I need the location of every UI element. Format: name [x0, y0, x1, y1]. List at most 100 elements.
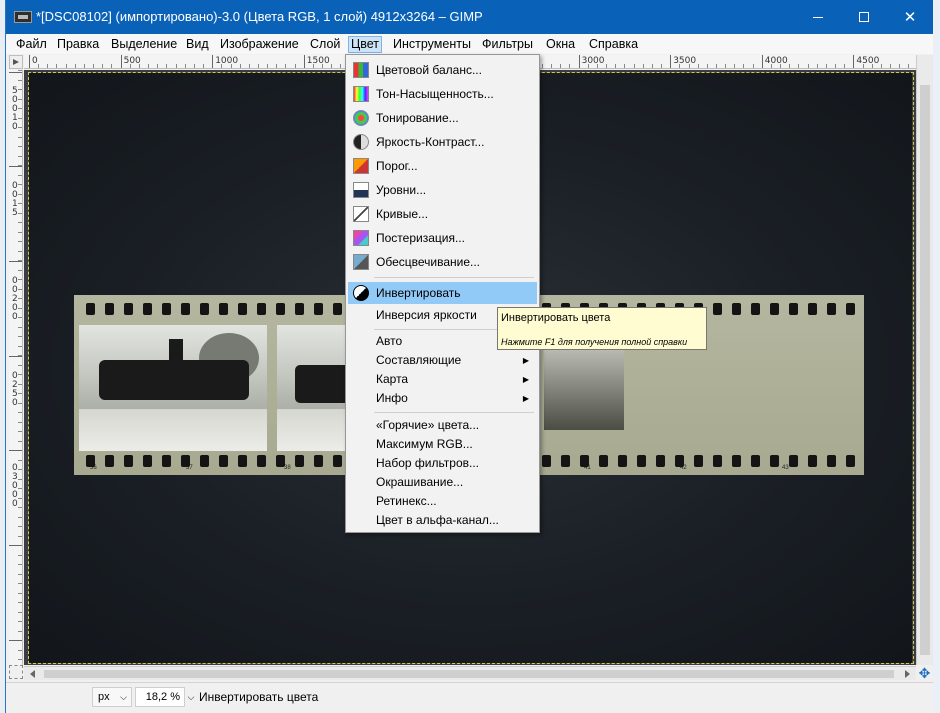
- menu-item-retinex[interactable]: Ретинекс...: [348, 492, 537, 511]
- levels-icon: [353, 182, 369, 198]
- vertical-scroll-thumb[interactable]: [920, 85, 930, 655]
- ruler-minor-tick: [18, 89, 22, 90]
- menu-view[interactable]: Вид: [183, 36, 212, 53]
- quick-mask-toggle[interactable]: [9, 665, 23, 679]
- hue-saturation-icon: [353, 86, 369, 102]
- ruler-minor-tick: [770, 64, 772, 68]
- ruler-minor-tick: [18, 659, 22, 660]
- menu-item-desaturate[interactable]: Обесцвечивание...: [348, 251, 537, 273]
- quick-mask-corner-button[interactable]: [9, 55, 23, 69]
- scroll-right-icon[interactable]: [905, 670, 910, 678]
- ruler-minor-tick: [18, 564, 22, 565]
- vertical-ruler[interactable]: 50010001500200025003000: [9, 70, 23, 665]
- ruler-minor-tick: [18, 117, 22, 119]
- vertical-scrollbar[interactable]: [916, 55, 933, 665]
- ruler-minor-tick: [157, 64, 159, 68]
- horizontal-scrollbar[interactable]: [24, 666, 916, 680]
- scroll-left-icon[interactable]: [30, 670, 35, 678]
- menu-item-colorize[interactable]: Тонирование...: [348, 107, 537, 129]
- menu-item-hue-saturation[interactable]: Тон-Насыщенность...: [348, 83, 537, 105]
- ruler-minor-tick: [871, 64, 873, 68]
- unit-select[interactable]: px ⌵: [92, 687, 132, 707]
- menu-image[interactable]: Изображение: [217, 36, 302, 53]
- tooltip-invert: Инвертировать цвета Нажмите F1 для получ…: [497, 307, 707, 350]
- menu-item-label: Набор фильтров...: [376, 456, 480, 470]
- ruler-minor-tick: [18, 364, 22, 366]
- ruler-minor-tick: [18, 412, 22, 413]
- menu-tools[interactable]: Инструменты: [390, 36, 474, 53]
- ruler-minor-tick: [551, 64, 553, 68]
- menu-item-color-balance[interactable]: Цветовой баланс...: [348, 59, 537, 81]
- ruler-minor-tick: [18, 212, 22, 214]
- title-bar[interactable]: *[DSC08102] (импортировано)-3.0 (Цвета R…: [6, 0, 933, 34]
- menu-file[interactable]: Файл: [13, 36, 50, 53]
- menu-item-invert[interactable]: Инвертировать: [348, 282, 537, 304]
- menu-edit[interactable]: Правка: [54, 36, 102, 53]
- ruler-minor-tick: [835, 64, 837, 68]
- ruler-minor-tick: [18, 630, 22, 632]
- ruler-label: 0: [12, 499, 18, 509]
- horizontal-scroll-thumb[interactable]: [44, 670, 894, 678]
- zoom-dropdown-button[interactable]: ⌵: [184, 687, 198, 707]
- ruler-minor-tick: [18, 193, 22, 195]
- menu-item-components[interactable]: Составляющие ▶: [348, 351, 537, 370]
- menu-windows[interactable]: Окна: [543, 36, 578, 53]
- menu-item-info[interactable]: Инфо ▶: [348, 389, 537, 408]
- menu-item-map[interactable]: Карта ▶: [348, 370, 537, 389]
- ruler-minor-tick: [18, 573, 22, 575]
- ruler-major-tick: [212, 55, 214, 68]
- menu-item-threshold[interactable]: Порог...: [348, 155, 537, 177]
- ruler-major-tick: [9, 450, 22, 451]
- ruler-minor-tick: [111, 64, 113, 68]
- colorize-icon: [353, 110, 369, 126]
- ruler-major-tick: [9, 545, 22, 546]
- ruler-minor-tick: [18, 345, 22, 347]
- ruler-minor-tick: [18, 478, 22, 480]
- menu-item-max-rgb[interactable]: Максимум RGB...: [348, 435, 537, 454]
- ruler-minor-tick: [18, 108, 22, 109]
- ruler-minor-tick: [18, 459, 22, 461]
- color-balance-icon: [353, 62, 369, 78]
- menu-colors[interactable]: Цвет: [348, 36, 383, 53]
- ruler-minor-tick: [18, 402, 22, 404]
- menu-item-label: Кривые...: [376, 207, 429, 221]
- menu-item-levels[interactable]: Уровни...: [348, 179, 537, 201]
- menu-item-brightness-contrast[interactable]: Яркость-Контраст...: [348, 131, 537, 153]
- ruler-minor-tick: [18, 184, 22, 185]
- ruler-label: 4000: [764, 56, 788, 66]
- ruler-minor-tick: [18, 155, 22, 157]
- ruler-major-tick: [9, 166, 22, 167]
- ruler-minor-tick: [688, 64, 690, 68]
- menu-item-label: Уровни...: [376, 183, 427, 197]
- chevron-down-icon: ⌵: [120, 692, 127, 702]
- menu-item-color-to-alpha[interactable]: Цвет в альфа-канал...: [348, 511, 537, 530]
- menu-layer[interactable]: Слой: [307, 36, 343, 53]
- menu-select[interactable]: Выделение: [108, 36, 180, 53]
- minimize-button[interactable]: [795, 0, 841, 34]
- desktop-right-strip: [932, 0, 940, 713]
- menu-item-posterize[interactable]: Постеризация...: [348, 227, 537, 249]
- ruler-minor-tick: [18, 507, 22, 508]
- menu-item-label: Тон-Насыщенность...: [376, 87, 494, 101]
- ruler-minor-tick: [129, 64, 131, 68]
- menu-item-curves[interactable]: Кривые...: [348, 203, 537, 225]
- menu-item-hot[interactable]: «Горячие» цвета...: [348, 416, 537, 435]
- menu-item-filter-pack[interactable]: Набор фильтров...: [348, 454, 537, 473]
- ruler-minor-tick: [752, 64, 754, 68]
- ruler-minor-tick: [798, 64, 800, 68]
- menu-filters[interactable]: Фильтры: [479, 36, 536, 53]
- ruler-minor-tick: [18, 393, 22, 394]
- menu-help[interactable]: Справка: [586, 36, 641, 53]
- menu-item-colorify[interactable]: Окрашивание...: [348, 473, 537, 492]
- ruler-minor-tick: [624, 64, 626, 68]
- navigate-icon[interactable]: ✥: [916, 665, 933, 682]
- ruler-minor-tick: [862, 64, 864, 68]
- zoom-input[interactable]: 18,2 %: [135, 687, 185, 707]
- close-button[interactable]: ✕: [887, 0, 933, 34]
- ruler-major-tick: [853, 55, 855, 68]
- ruler-minor-tick: [587, 64, 589, 68]
- ruler-minor-tick: [18, 649, 22, 651]
- ruler-minor-tick: [816, 64, 818, 68]
- maximize-button[interactable]: [841, 0, 887, 34]
- ruler-minor-tick: [56, 64, 58, 68]
